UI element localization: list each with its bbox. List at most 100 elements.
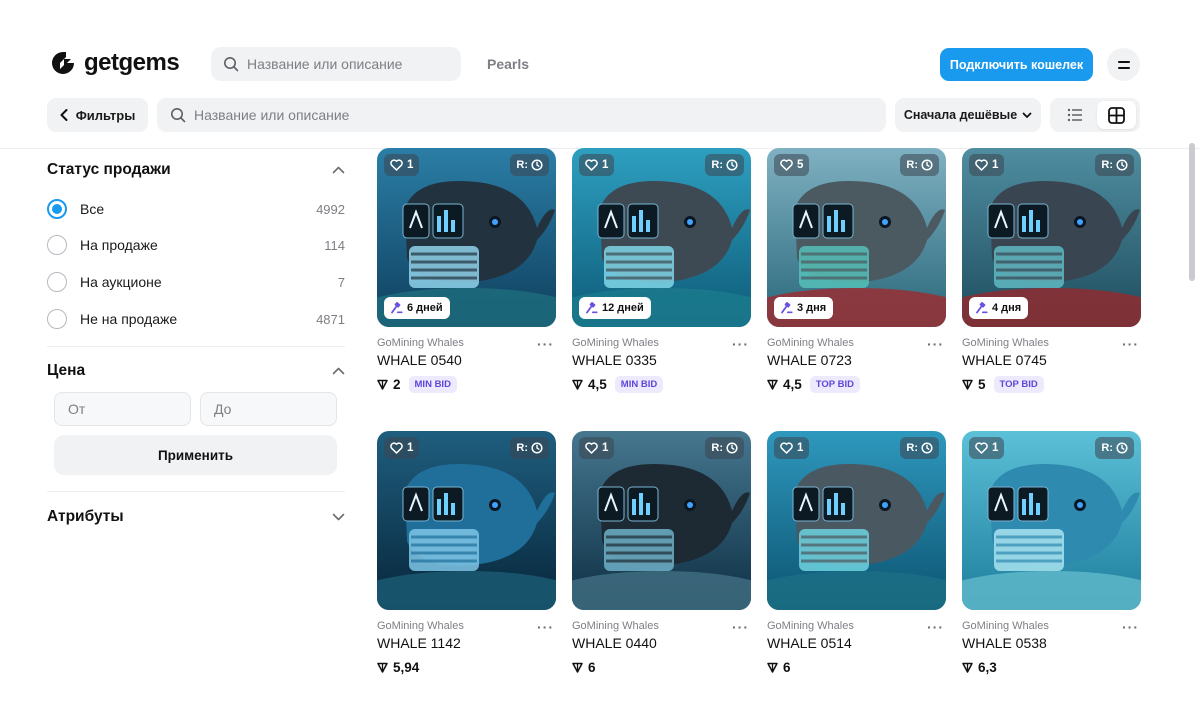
sort-dropdown[interactable]: Сначала дешёвые: [895, 98, 1041, 132]
rarity-label: R:: [711, 159, 723, 171]
scrollbar[interactable]: [1189, 143, 1195, 281]
apply-button[interactable]: Применить: [54, 435, 337, 475]
collection-name[interactable]: GoMining Whales: [962, 620, 1049, 632]
clock-icon: [921, 442, 933, 454]
auction-time-left: 3 дня: [797, 302, 827, 314]
nft-card[interactable]: 1 R: GoMining Whales ··· WHALE 1142 5,94: [377, 431, 556, 681]
heart-icon: [585, 442, 598, 454]
sale-status-header[interactable]: Статус продажи: [47, 160, 345, 180]
like-badge[interactable]: 5: [774, 154, 810, 176]
like-badge[interactable]: 1: [384, 437, 420, 459]
section-divider: [47, 346, 345, 347]
collection-name[interactable]: GoMining Whales: [572, 620, 659, 632]
radio-button[interactable]: [47, 235, 67, 255]
more-icon[interactable]: ···: [927, 336, 944, 352]
price-header[interactable]: Цена: [47, 361, 345, 381]
nft-card[interactable]: 1 R: 12 дней GoMining Whales ··· WHALE 0335 4,…: [572, 148, 751, 398]
collection-search[interactable]: [157, 98, 886, 132]
collection-name[interactable]: GoMining Whales: [767, 620, 854, 632]
rarity-badge: R:: [510, 154, 549, 176]
nav-link-pearls[interactable]: Pearls: [487, 56, 529, 72]
more-icon[interactable]: ···: [537, 619, 554, 635]
status-option-not-for-sale[interactable]: Не на продаже 4871: [47, 308, 345, 330]
status-option-count: 7: [337, 274, 345, 290]
logo[interactable]: getgems: [50, 49, 180, 77]
menu-button[interactable]: [1107, 48, 1140, 81]
nft-thumbnail[interactable]: 1 R: 12 дней: [572, 148, 751, 327]
nft-card[interactable]: 1 R: 4 дня GoMining Whales ··· WHALE 0745 5 TOP…: [962, 148, 1141, 398]
clock-icon: [531, 442, 543, 454]
nft-card[interactable]: 1 R: GoMining Whales ··· WHALE 0440 6: [572, 431, 751, 681]
nft-name[interactable]: WHALE 1142: [377, 635, 461, 651]
nft-thumbnail[interactable]: 1 R:: [962, 431, 1141, 610]
nft-thumbnail[interactable]: 1 R:: [572, 431, 751, 610]
radio-button[interactable]: [47, 309, 67, 329]
header-search-input[interactable]: [247, 56, 447, 72]
collection-name[interactable]: GoMining Whales: [962, 337, 1049, 349]
more-icon[interactable]: ···: [732, 336, 749, 352]
status-option-for-sale[interactable]: На продаже 114: [47, 234, 345, 256]
rarity-badge: R:: [705, 154, 744, 176]
nft-card[interactable]: 5 R: 3 дня GoMining Whales ··· WHALE 0723 4,5 T…: [767, 148, 946, 398]
radio-button[interactable]: [47, 272, 67, 292]
nft-thumbnail[interactable]: 1 R: 6 дней: [377, 148, 556, 327]
nft-name[interactable]: WHALE 0538: [962, 635, 1047, 651]
like-badge[interactable]: 1: [384, 154, 420, 176]
collection-search-input[interactable]: [194, 107, 844, 123]
getgems-logo-icon: [52, 52, 74, 74]
more-icon[interactable]: ···: [927, 619, 944, 635]
rarity-label: R:: [1101, 159, 1113, 171]
menu-icon-line: [1117, 60, 1130, 63]
like-count: 1: [602, 159, 609, 171]
price-row: 4,5 MIN BID: [572, 375, 664, 393]
more-icon[interactable]: ···: [1122, 619, 1139, 635]
status-option-label: На аукционе: [80, 274, 162, 290]
nft-name[interactable]: WHALE 0440: [572, 635, 657, 651]
grid-view-button[interactable]: [1097, 101, 1136, 129]
auction-time-left: 12 дней: [602, 302, 644, 314]
radio-button[interactable]: [47, 199, 67, 219]
nft-name[interactable]: WHALE 0723: [767, 352, 852, 368]
collection-name[interactable]: GoMining Whales: [377, 337, 464, 349]
nft-name[interactable]: WHALE 0745: [962, 352, 1047, 368]
nft-name[interactable]: WHALE 0335: [572, 352, 657, 368]
nft-thumbnail[interactable]: 5 R: 3 дня: [767, 148, 946, 327]
list-view-button[interactable]: [1056, 102, 1094, 128]
more-icon[interactable]: ···: [537, 336, 554, 352]
price-title: Цена: [47, 362, 86, 379]
status-option-count: 4871: [316, 311, 345, 327]
more-icon[interactable]: ···: [732, 619, 749, 635]
like-badge[interactable]: 1: [969, 154, 1005, 176]
nft-card[interactable]: 1 R: GoMining Whales ··· WHALE 0514 6: [767, 431, 946, 681]
collection-name[interactable]: GoMining Whales: [767, 337, 854, 349]
like-count: 1: [407, 442, 414, 454]
collection-name[interactable]: GoMining Whales: [572, 337, 659, 349]
like-badge[interactable]: 1: [579, 154, 615, 176]
attributes-header[interactable]: Атрибуты: [47, 507, 345, 527]
nft-thumbnail[interactable]: 1 R: 4 дня: [962, 148, 1141, 327]
ton-icon: [962, 379, 973, 390]
header-search[interactable]: [211, 47, 461, 81]
nft-name[interactable]: WHALE 0514: [767, 635, 852, 651]
collection-name[interactable]: GoMining Whales: [377, 620, 464, 632]
like-badge[interactable]: 1: [774, 437, 810, 459]
nft-thumbnail[interactable]: 1 R:: [377, 431, 556, 610]
like-badge[interactable]: 1: [969, 437, 1005, 459]
nft-price: 5,94: [393, 659, 420, 675]
price-from-input[interactable]: [54, 392, 191, 426]
connect-wallet-button[interactable]: Подключить кошелек: [940, 48, 1093, 81]
nft-card[interactable]: 1 R: 6 дней GoMining Whales ··· WHALE 0540 2 MI…: [377, 148, 556, 398]
nft-name[interactable]: WHALE 0540: [377, 352, 462, 368]
rarity-badge: R:: [900, 437, 939, 459]
status-option-auction[interactable]: На аукционе 7: [47, 271, 345, 293]
filters-button[interactable]: Фильтры: [47, 98, 148, 132]
view-toggle: [1050, 98, 1140, 132]
nft-card[interactable]: 1 R: GoMining Whales ··· WHALE 0538 6,3: [962, 431, 1141, 681]
rarity-label: R:: [906, 442, 918, 454]
sale-status-title: Статус продажи: [47, 161, 171, 178]
price-to-input[interactable]: [200, 392, 337, 426]
nft-thumbnail[interactable]: 1 R:: [767, 431, 946, 610]
status-option-all[interactable]: Все 4992: [47, 198, 345, 220]
more-icon[interactable]: ···: [1122, 336, 1139, 352]
like-badge[interactable]: 1: [579, 437, 615, 459]
